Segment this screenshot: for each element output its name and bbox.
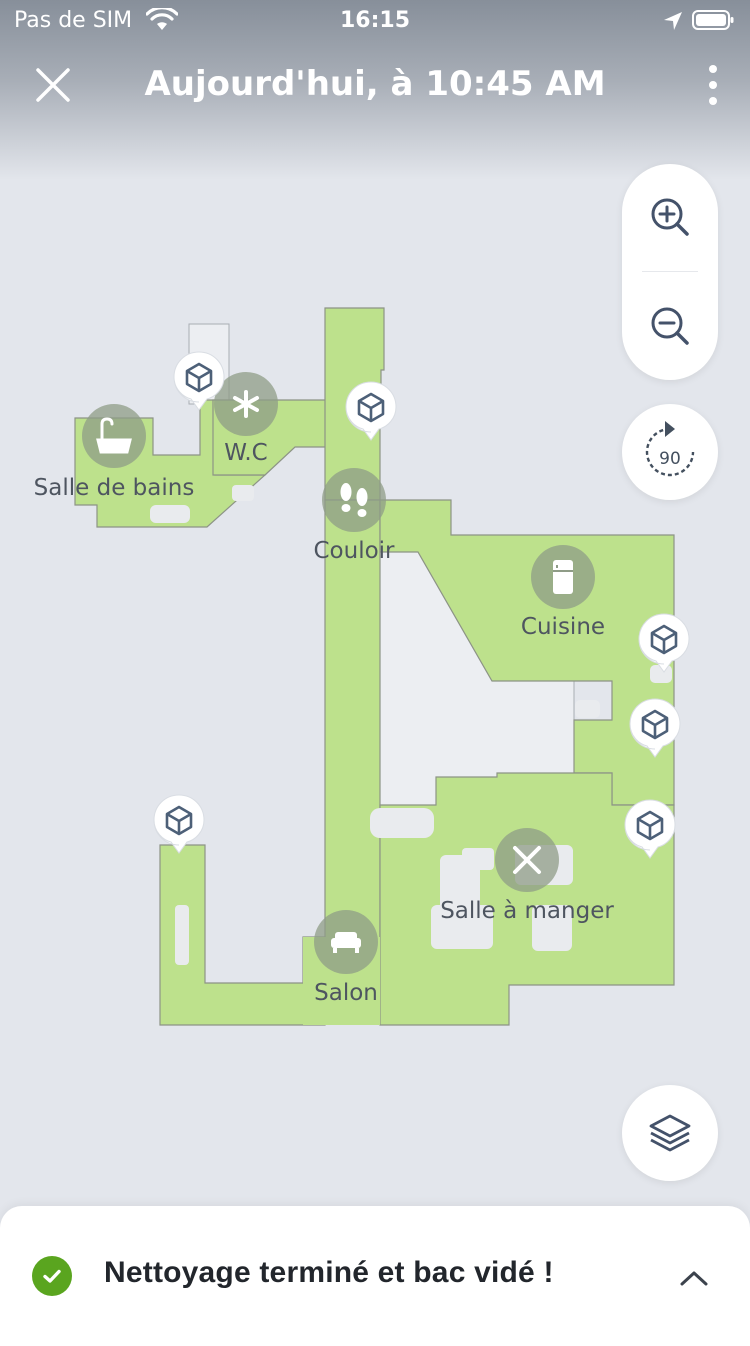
success-check-icon: [32, 1256, 72, 1296]
room-label-salle-a-manger: Salle à manger: [440, 898, 614, 924]
zoom-controls: [622, 164, 718, 380]
room-label-salle-de-bains: Salle de bains: [34, 475, 195, 501]
room-label-couloir: Couloir: [313, 538, 395, 564]
zoom-out-icon: [651, 307, 689, 345]
room-icon-footprints[interactable]: [322, 468, 386, 532]
room-icon-bathtub[interactable]: [82, 404, 146, 468]
battery-icon: [692, 10, 734, 30]
zoom-divider: [642, 271, 698, 272]
location-arrow-icon: [664, 12, 682, 30]
cube-icon[interactable]: [152, 793, 206, 855]
cleaning-status-message: Nettoyage terminé et bac vidé !: [104, 1256, 554, 1289]
room-label-wc: W.C: [224, 440, 267, 466]
cleaning-status-sheet[interactable]: Nettoyage terminé et bac vidé !: [0, 1206, 750, 1346]
room-icon-fridge[interactable]: [531, 545, 595, 609]
room-icon-utensils[interactable]: [495, 828, 559, 892]
zoom-in-icon: [651, 198, 689, 236]
layers-icon: [649, 1114, 691, 1152]
page-title: Aujourd'hui, à 10:45 AM: [144, 64, 606, 104]
room-label-cuisine: Cuisine: [521, 614, 605, 640]
status-time: 16:15: [339, 8, 411, 33]
rotate-label: 90: [659, 449, 681, 469]
zoom-out-button[interactable]: [622, 276, 718, 376]
chevron-up-icon[interactable]: [678, 1266, 710, 1290]
zoom-in-button[interactable]: [622, 167, 718, 267]
status-bar: Pas de SIM 16:15: [0, 0, 750, 40]
room-label-salon: Salon: [314, 980, 378, 1006]
rotate-button[interactable]: 90: [622, 404, 718, 500]
layers-button[interactable]: [622, 1085, 718, 1181]
room-icon-armchair[interactable]: [314, 910, 378, 974]
nav-bar: Aujourd'hui, à 10:45 AM: [0, 50, 750, 120]
more-options-icon[interactable]: [700, 62, 726, 108]
